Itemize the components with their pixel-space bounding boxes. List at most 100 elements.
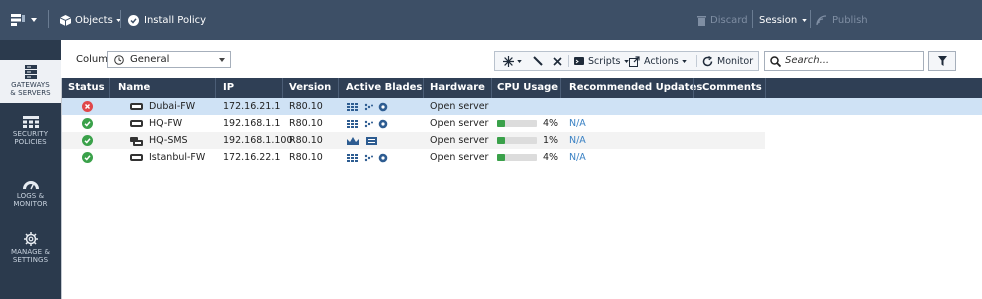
nav-manage-line2: SETTINGS xyxy=(12,256,49,264)
security-policies-icon xyxy=(22,116,39,128)
scripts-menu-button[interactable]: Scripts xyxy=(574,52,629,70)
management-blades-icon xyxy=(347,136,383,146)
scripts-label: Scripts xyxy=(588,55,621,67)
row-recommended-updates-link: N/A xyxy=(569,152,586,163)
logs-monitor-icon xyxy=(22,181,39,190)
actions-icon xyxy=(629,55,640,67)
chevron-down-icon xyxy=(31,18,37,22)
app-menu-icon xyxy=(11,14,25,26)
nav-security-line2: POLICIES xyxy=(14,138,47,146)
column-header-comments[interactable]: Comments xyxy=(702,78,762,98)
cpu-usage-bar-fill xyxy=(497,120,505,127)
row-ip: 192.168.1.1 xyxy=(223,118,281,129)
new-object-button[interactable] xyxy=(503,52,522,70)
row-hardware: Open server xyxy=(430,152,489,163)
nav-logs-monitor[interactable]: LOGS & MONITOR xyxy=(0,178,61,222)
nav-security-policies[interactable]: SECURITY POLICIES xyxy=(0,116,61,160)
top-toolbar: Objects Install Policy Discard Session P… xyxy=(0,0,982,40)
row-ip: 192.168.1.100 xyxy=(223,135,293,146)
status-error-icon xyxy=(82,101,93,112)
discard-label: Discard xyxy=(710,14,748,26)
search-input[interactable]: Search... xyxy=(764,51,924,71)
columns-view-icon xyxy=(114,55,124,65)
filter-button[interactable] xyxy=(928,51,956,71)
column-header-active-blades[interactable]: Active Blades xyxy=(346,78,422,98)
discard-button[interactable]: Discard xyxy=(697,0,748,40)
star-new-icon xyxy=(503,55,514,67)
row-hardware: Open server xyxy=(430,101,489,112)
cpu-usage-bar-fill xyxy=(497,154,505,161)
row-hardware: Open server xyxy=(430,118,489,129)
gateways-icon xyxy=(24,65,37,79)
trash-icon xyxy=(697,15,706,26)
column-header-cpu-usage[interactable]: CPU Usage xyxy=(497,78,558,98)
columns-value: General xyxy=(130,54,170,65)
delete-button[interactable] xyxy=(553,52,562,70)
row-name: HQ-SMS xyxy=(149,135,188,146)
monitor-icon xyxy=(702,55,713,66)
publish-button[interactable]: Publish xyxy=(816,0,868,40)
table-header: Status Name IP Version Active Blades Har… xyxy=(62,78,982,98)
nav-logs-line2: MONITOR xyxy=(13,200,48,208)
chevron-down-icon xyxy=(623,59,629,63)
column-header-recommended-updates[interactable]: Recommended Updates xyxy=(569,78,702,98)
left-navigation: GATEWAYS & SERVERS SECURITY POLICIES LOG… xyxy=(0,40,61,299)
cpu-usage-bar xyxy=(497,137,537,144)
columns-dropdown[interactable]: General xyxy=(107,51,231,68)
app-menu-button[interactable] xyxy=(11,0,37,40)
management-server-icon xyxy=(130,137,143,146)
actions-menu-button[interactable]: Actions xyxy=(629,52,687,70)
table-row[interactable]: Istanbul-FW 172.16.22.1 R80.10 Open server 4… xyxy=(62,149,765,166)
session-menu-button[interactable]: Session xyxy=(759,0,807,40)
status-ok-icon xyxy=(82,152,93,163)
search-placeholder: Search... xyxy=(785,55,830,66)
row-cpu-usage: 1% xyxy=(543,135,559,146)
cpu-usage-bar xyxy=(497,154,537,161)
install-policy-button[interactable]: Install Policy xyxy=(128,0,206,40)
nav-manage-settings[interactable]: MANAGE & SETTINGS xyxy=(0,232,61,276)
row-name: Istanbul-FW xyxy=(149,152,206,163)
table-row[interactable]: HQ-SMS 192.168.1.100 R80.10 Open server 1% N/… xyxy=(62,132,765,149)
chevron-down-icon xyxy=(681,59,687,63)
search-icon xyxy=(770,56,781,67)
column-header-ip[interactable]: IP xyxy=(223,78,234,98)
actions-label: Actions xyxy=(644,55,679,67)
row-name: HQ-FW xyxy=(149,118,183,129)
firewall-blades-icon xyxy=(347,119,393,129)
chevron-down-icon xyxy=(219,58,225,62)
row-name: Dubai-FW xyxy=(149,101,196,112)
monitor-button[interactable]: Monitor xyxy=(702,52,753,70)
publish-icon xyxy=(816,14,827,25)
nav-gateways-line2: & SERVERS xyxy=(10,89,51,97)
nav-logs-line1: LOGS & xyxy=(16,192,45,200)
nav-gateways-servers[interactable]: GATEWAYS & SERVERS xyxy=(0,60,61,103)
content-toolbar: Columns: General Scripts Actions Monitor… xyxy=(61,40,982,78)
edit-button[interactable] xyxy=(533,52,543,70)
gateway-icon xyxy=(130,103,143,112)
table-row[interactable]: Dubai-FW 172.16.21.1 R80.10 Open server xyxy=(62,98,982,115)
chevron-down-icon xyxy=(517,59,522,63)
status-ok-icon xyxy=(82,135,93,146)
column-header-status[interactable]: Status xyxy=(68,78,105,98)
table-row[interactable]: HQ-FW 192.168.1.1 R80.10 Open server 4% N/A xyxy=(62,115,765,132)
column-header-version[interactable]: Version xyxy=(289,78,331,98)
object-actions-bar: Scripts Actions Monitor xyxy=(494,51,759,71)
script-icon xyxy=(574,57,584,65)
cpu-usage-bar xyxy=(497,120,537,127)
gateway-icon xyxy=(130,120,143,129)
monitor-label: Monitor xyxy=(717,55,754,67)
cube-icon xyxy=(60,14,71,26)
chevron-down-icon xyxy=(802,18,807,22)
nav-gateways-line1: GATEWAYS xyxy=(11,81,50,89)
row-recommended-updates-link: N/A xyxy=(569,135,586,146)
filter-icon xyxy=(938,56,947,66)
row-version: R80.10 xyxy=(289,118,323,129)
close-icon xyxy=(553,56,562,66)
row-cpu-usage: 4% xyxy=(543,152,559,163)
row-version: R80.10 xyxy=(289,135,323,146)
column-header-hardware[interactable]: Hardware xyxy=(430,78,485,98)
objects-menu-button[interactable]: Objects xyxy=(60,0,121,40)
column-header-name[interactable]: Name xyxy=(118,78,150,98)
pencil-icon xyxy=(533,56,543,66)
nav-manage-line1: MANAGE & xyxy=(10,248,51,256)
